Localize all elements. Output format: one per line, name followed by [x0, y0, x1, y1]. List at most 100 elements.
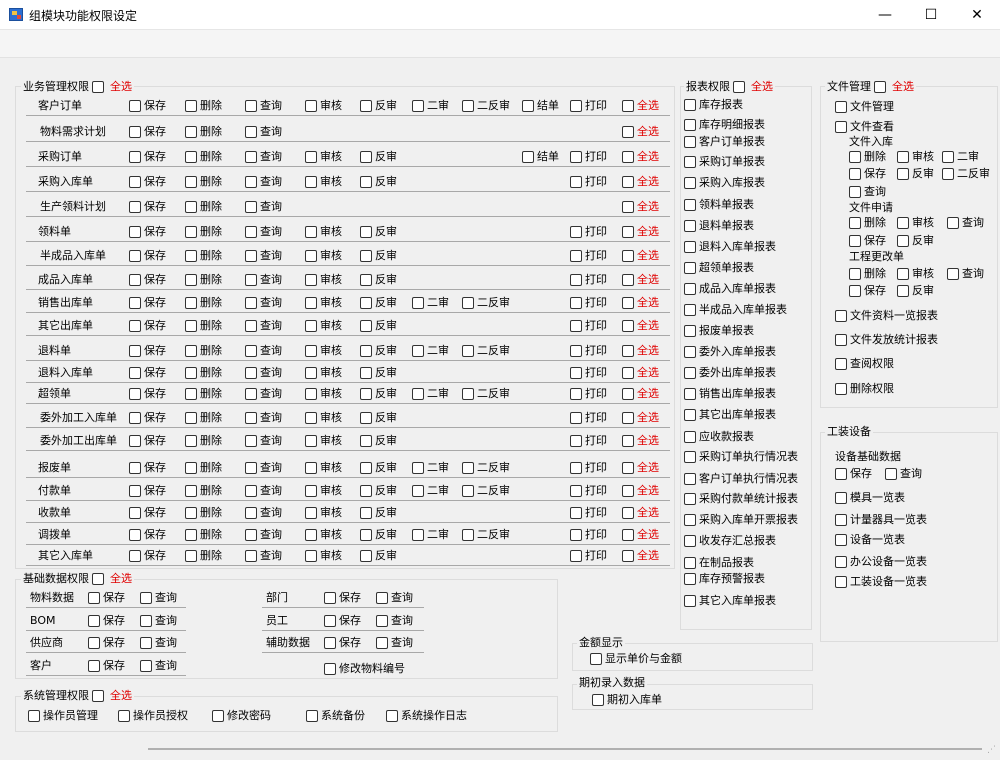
base-right-query-checkbox-box[interactable] [376, 615, 388, 627]
business-row-all-checkbox-box[interactable] [622, 201, 634, 213]
report-item-checkbox-box[interactable] [684, 177, 696, 189]
equip-list-checkbox[interactable]: 计量器具一览表 [835, 513, 927, 527]
business-row-save-checkbox-box[interactable] [129, 100, 141, 112]
business-row-unsecond-checkbox-box[interactable] [462, 345, 474, 357]
business-select-all-checkbox[interactable] [92, 81, 104, 93]
business-row-print-checkbox[interactable]: 打印 [570, 319, 607, 333]
business-row-unsecond-checkbox-box[interactable] [462, 529, 474, 541]
business-row-unaudit-checkbox-box[interactable] [360, 435, 372, 447]
file-other-checkbox[interactable]: 文件发放统计报表 [835, 333, 938, 347]
business-row-all-checkbox-box[interactable] [622, 507, 634, 519]
business-row-unaudit-checkbox[interactable]: 反审 [360, 273, 397, 287]
file-eng-item-checkbox[interactable]: 反审 [897, 284, 934, 298]
business-row-query-checkbox-box[interactable] [245, 462, 257, 474]
business-row-print-checkbox-box[interactable] [570, 297, 582, 309]
business-row-delete-checkbox[interactable]: 删除 [185, 99, 222, 113]
business-row-print-checkbox-box[interactable] [570, 435, 582, 447]
business-row-delete-checkbox[interactable]: 删除 [185, 549, 222, 563]
business-row-save-checkbox-box[interactable] [129, 345, 141, 357]
business-row-query-checkbox[interactable]: 查询 [245, 296, 282, 310]
report-item-checkbox[interactable]: 退料单报表 [684, 219, 754, 233]
business-row-delete-checkbox-box[interactable] [185, 435, 197, 447]
business-row-unaudit-checkbox-box[interactable] [360, 226, 372, 238]
file-in-item-checkbox-box[interactable] [897, 168, 909, 180]
business-row-delete-checkbox-box[interactable] [185, 250, 197, 262]
business-row-print-checkbox[interactable]: 打印 [570, 249, 607, 263]
equip-list-checkbox-box[interactable] [835, 556, 847, 568]
business-row-unaudit-checkbox-box[interactable] [360, 412, 372, 424]
file-apply-item-checkbox-box[interactable] [897, 235, 909, 247]
business-row-all-checkbox[interactable]: 全选 [622, 366, 659, 380]
report-item-checkbox-box[interactable] [684, 199, 696, 211]
file-in-item-checkbox[interactable]: 二审 [942, 150, 979, 164]
business-row-unaudit-checkbox[interactable]: 反审 [360, 175, 397, 189]
business-row-unaudit-checkbox-box[interactable] [360, 462, 372, 474]
business-row-unaudit-checkbox-box[interactable] [360, 367, 372, 379]
business-row-unsecond-checkbox[interactable]: 二反审 [462, 528, 510, 542]
business-row-delete-checkbox[interactable]: 删除 [185, 319, 222, 333]
system-item-checkbox-box[interactable] [306, 710, 318, 722]
business-row-unaudit-checkbox-box[interactable] [360, 320, 372, 332]
file-other-checkbox-box[interactable] [835, 334, 847, 346]
business-row-query-checkbox-box[interactable] [245, 367, 257, 379]
init-in-box[interactable] [592, 694, 604, 706]
business-row-all-checkbox[interactable]: 全选 [622, 461, 659, 475]
base-right-query-checkbox[interactable]: 查询 [376, 636, 413, 650]
base-left-query-checkbox-box[interactable] [140, 615, 152, 627]
business-row-delete-checkbox[interactable]: 删除 [185, 411, 222, 425]
report-item-checkbox-box[interactable] [684, 573, 696, 585]
base-left-query-checkbox[interactable]: 查询 [140, 614, 177, 628]
business-row-delete-checkbox[interactable]: 删除 [185, 434, 222, 448]
business-row-all-checkbox-box[interactable] [622, 126, 634, 138]
business-row-save-checkbox-box[interactable] [129, 297, 141, 309]
business-row-delete-checkbox-box[interactable] [185, 126, 197, 138]
business-row-unsecond-checkbox-box[interactable] [462, 100, 474, 112]
business-row-print-checkbox[interactable]: 打印 [570, 99, 607, 113]
business-row-print-checkbox-box[interactable] [570, 529, 582, 541]
business-row-print-checkbox-box[interactable] [570, 176, 582, 188]
report-item-checkbox-box[interactable] [684, 431, 696, 443]
business-row-unaudit-checkbox[interactable]: 反审 [360, 506, 397, 520]
system-item-checkbox[interactable]: 修改密码 [212, 709, 271, 723]
business-row-delete-checkbox[interactable]: 删除 [185, 225, 222, 239]
report-item-checkbox-box[interactable] [684, 220, 696, 232]
business-row-print-checkbox[interactable]: 打印 [570, 528, 607, 542]
file-apply-item-checkbox[interactable]: 查询 [947, 216, 984, 230]
business-row-close-checkbox-box[interactable] [522, 151, 534, 163]
business-row-audit-checkbox-box[interactable] [305, 462, 317, 474]
file-other-checkbox-box[interactable] [835, 358, 847, 370]
business-row-query-checkbox[interactable]: 查询 [245, 387, 282, 401]
file-in-item-checkbox-box[interactable] [942, 151, 954, 163]
file-eng-item-checkbox-box[interactable] [947, 268, 959, 280]
business-row-close-checkbox-box[interactable] [522, 100, 534, 112]
business-row-all-checkbox-box[interactable] [622, 250, 634, 262]
business-row-close-checkbox[interactable]: 结单 [522, 150, 559, 164]
file-eng-item-checkbox[interactable]: 保存 [849, 284, 886, 298]
report-item-checkbox[interactable]: 采购入库报表 [684, 176, 765, 190]
base-left-save-checkbox[interactable]: 保存 [88, 614, 125, 628]
business-row-all-checkbox-box[interactable] [622, 529, 634, 541]
report-item-checkbox-box[interactable] [684, 367, 696, 379]
business-row-query-checkbox-box[interactable] [245, 151, 257, 163]
file-view-checkbox[interactable]: 文件查看 [835, 120, 894, 134]
business-row-all-checkbox[interactable]: 全选 [622, 99, 659, 113]
business-row-delete-checkbox-box[interactable] [185, 550, 197, 562]
business-row-unsecond-checkbox[interactable]: 二反审 [462, 387, 510, 401]
report-item-checkbox-box[interactable] [684, 283, 696, 295]
report-item-checkbox[interactable]: 委外出库单报表 [684, 366, 776, 380]
report-item-checkbox-box[interactable] [684, 514, 696, 526]
business-row-unaudit-checkbox[interactable]: 反审 [360, 549, 397, 563]
report-item-checkbox-box[interactable] [684, 409, 696, 421]
business-row-save-checkbox-box[interactable] [129, 550, 141, 562]
business-row-save-checkbox[interactable]: 保存 [129, 319, 166, 333]
business-row-all-checkbox[interactable]: 全选 [622, 549, 659, 563]
equip-base-save-checkbox[interactable]: 保存 [835, 467, 872, 481]
business-row-all-checkbox-box[interactable] [622, 274, 634, 286]
business-row-all-checkbox[interactable]: 全选 [622, 200, 659, 214]
close-button[interactable]: ✕ [954, 0, 1000, 30]
system-select-all-checkbox[interactable] [92, 690, 104, 702]
business-row-unaudit-checkbox[interactable]: 反审 [360, 387, 397, 401]
business-row-save-checkbox[interactable]: 保存 [129, 296, 166, 310]
business-row-delete-checkbox-box[interactable] [185, 201, 197, 213]
business-row-all-checkbox[interactable]: 全选 [622, 528, 659, 542]
